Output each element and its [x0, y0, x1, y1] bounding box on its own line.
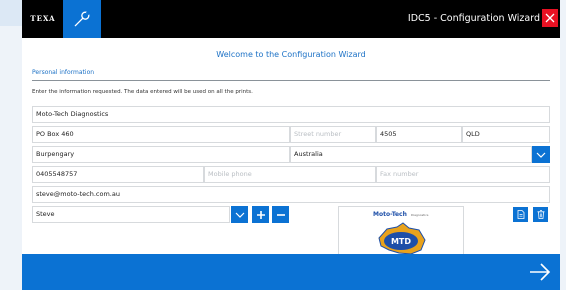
minus-icon — [276, 213, 285, 216]
title-bar: TEXA IDC5 - Configuration Wizard — [22, 0, 560, 38]
bottom-navigation-bar — [22, 254, 560, 290]
screen: TEXA IDC5 - Configuration Wizard Welcome… — [0, 0, 566, 290]
chevron-down-icon — [536, 152, 546, 158]
city-field[interactable]: Burpengary — [32, 146, 290, 163]
svg-text:MTD: MTD — [391, 237, 411, 246]
instructions-text: Enter the information requested. The dat… — [32, 89, 253, 95]
remove-operator-button[interactable] — [272, 206, 289, 223]
operator-select[interactable]: Steve — [32, 206, 230, 223]
trash-icon — [537, 210, 544, 219]
country-dropdown-button[interactable] — [532, 146, 550, 163]
street-number-field[interactable]: Street number — [290, 126, 376, 143]
country-select[interactable]: Australia — [290, 146, 532, 163]
logo-emblem-icon: MTD — [378, 222, 426, 255]
logo-preview: Moto-Tech Diagnostics MTD — [338, 206, 464, 256]
address-field[interactable]: PO Box 460 — [32, 126, 290, 143]
operator-dropdown-button[interactable] — [231, 206, 248, 223]
delete-logo-button[interactable] — [533, 207, 548, 222]
section-label: Personal information — [32, 69, 95, 76]
wrench-icon — [74, 11, 90, 27]
state-field[interactable]: QLD — [462, 126, 550, 143]
logo-title: Moto-Tech — [373, 211, 407, 218]
welcome-heading: Welcome to the Configuration Wizard — [216, 50, 366, 59]
postcode-field[interactable]: 4505 — [376, 126, 462, 143]
add-operator-button[interactable] — [252, 206, 269, 223]
section-divider — [32, 80, 550, 81]
close-icon — [545, 13, 555, 23]
company-name-field[interactable]: Moto-Tech Diagnostics — [32, 106, 550, 123]
close-button[interactable] — [542, 9, 558, 27]
tools-button[interactable] — [63, 0, 101, 38]
phone-field[interactable]: 0405548757 — [32, 166, 204, 183]
window-title: IDC5 - Configuration Wizard — [407, 13, 540, 24]
chevron-down-icon — [235, 212, 244, 218]
logo-subtitle: Diagnostics — [411, 213, 429, 217]
fax-number-field[interactable]: Fax number — [376, 166, 550, 183]
plus-icon — [256, 210, 265, 219]
next-button[interactable] — [528, 262, 552, 282]
arrow-right-icon — [530, 263, 551, 281]
background-stripe — [0, 0, 22, 26]
configuration-wizard-window: TEXA IDC5 - Configuration Wizard Welcome… — [22, 0, 560, 290]
open-logo-button[interactable] — [513, 207, 528, 222]
texa-logo: TEXA — [30, 14, 56, 23]
document-icon — [517, 210, 524, 219]
email-field[interactable]: steve@moto-tech.com.au — [32, 186, 550, 203]
mobile-phone-field[interactable]: Mobile phone — [204, 166, 376, 183]
